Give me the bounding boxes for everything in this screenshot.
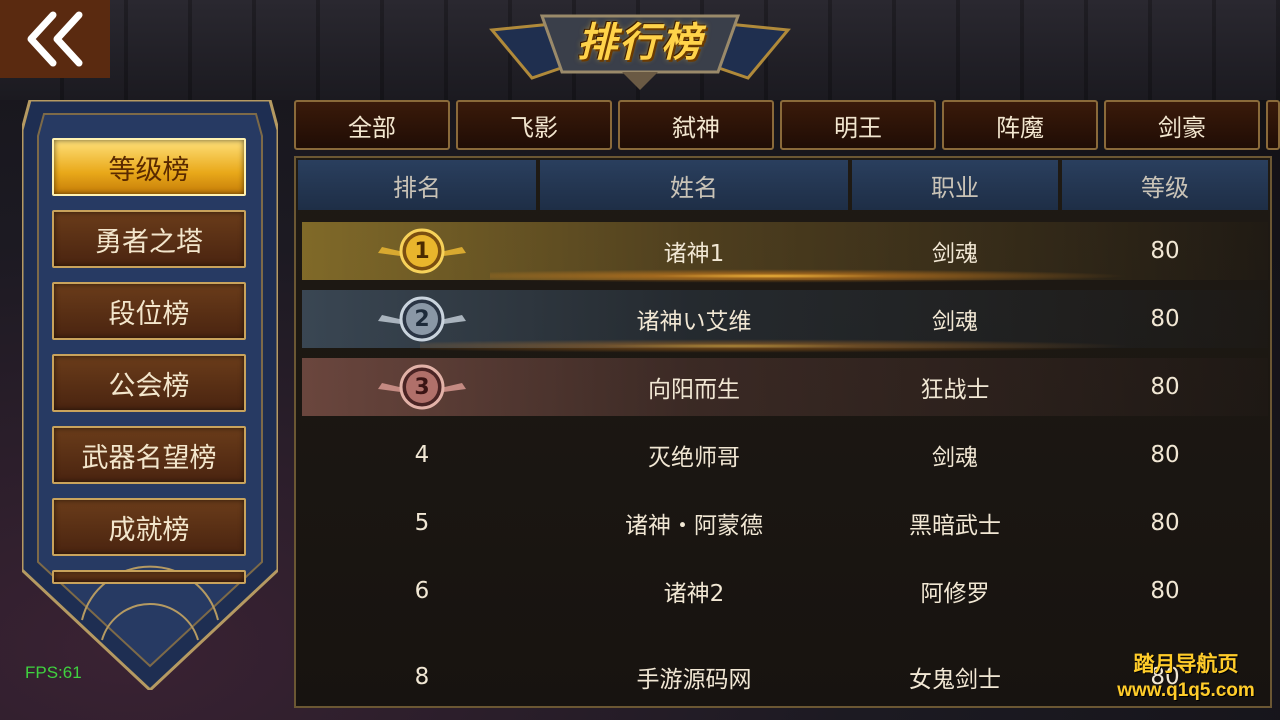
fps-counter: FPS:61 <box>25 663 82 682</box>
nav-item-level-ranking[interactable]: 等级榜 <box>52 138 246 196</box>
player-class: 黑暗武士 <box>909 513 1001 539</box>
player-class: 狂战士 <box>920 377 990 403</box>
ranking-table: 排名 姓名 职业 等级 1 诸神1 剑魂 80 2 诸神い艾维 剑魂 80 3 … <box>294 156 1272 708</box>
class-tabs: 全部 飞影 弑神 明王 阵魔 剑豪 <box>294 100 1280 150</box>
tab-all[interactable]: 全部 <box>294 100 450 150</box>
player-name: 向阳而生 <box>648 377 740 403</box>
rank-number: 6 <box>414 578 430 604</box>
page-title: 排行榜 <box>577 20 703 66</box>
watermark: 踏月导航页 www.q1q5.com <box>1096 648 1276 702</box>
player-name: 手游源码网 <box>636 667 752 693</box>
tab-feiying[interactable]: 飞影 <box>456 100 612 150</box>
rank-number: 5 <box>414 510 430 536</box>
header-rank: 排名 <box>298 160 536 210</box>
nav-list: 等级榜 勇者之塔 段位榜 公会榜 武器名望榜 成就榜 <box>52 138 248 584</box>
table-row[interactable]: 4 灭绝师哥 剑魂 80 <box>302 426 1268 484</box>
nav-item-hero-tower[interactable]: 勇者之塔 <box>52 210 246 268</box>
player-name: 灭绝师哥 <box>648 445 740 471</box>
header-class: 职业 <box>852 160 1058 210</box>
player-class: 剑魂 <box>932 241 978 267</box>
tab-zhenmo[interactable]: 阵魔 <box>942 100 1098 150</box>
player-name: 诸神・阿蒙德 <box>625 513 763 539</box>
player-class: 阿修罗 <box>920 581 990 607</box>
player-level: 80 <box>1150 578 1180 604</box>
back-button[interactable] <box>0 0 110 78</box>
nav-item-guild-ranking[interactable]: 公会榜 <box>52 354 246 412</box>
rank-number: 8 <box>414 664 430 690</box>
table-row[interactable]: 6 诸神2 阿修罗 80 <box>302 562 1268 620</box>
tab-more[interactable] <box>1266 100 1280 150</box>
player-level: 80 <box>1150 510 1180 536</box>
title-emblem: 排行榜 <box>472 6 808 90</box>
bronze-medal-icon: 3 <box>362 358 482 416</box>
watermark-url: www.q1q5.com <box>1117 680 1255 701</box>
rank-number: 4 <box>414 442 430 468</box>
silver-medal-icon: 2 <box>362 290 482 348</box>
player-level: 80 <box>1150 306 1180 332</box>
nav-item-weapon-fame-ranking[interactable]: 武器名望榜 <box>52 426 246 484</box>
player-class: 女鬼剑士 <box>909 667 1001 693</box>
tab-jianhao[interactable]: 剑豪 <box>1104 100 1260 150</box>
watermark-title: 踏月导航页 <box>1133 653 1239 676</box>
table-row[interactable]: 2 诸神い艾维 剑魂 80 <box>302 290 1268 348</box>
tab-mingwang[interactable]: 明王 <box>780 100 936 150</box>
table-row[interactable]: 3 向阳而生 狂战士 80 <box>302 358 1268 416</box>
table-header: 排名 姓名 职业 等级 <box>296 158 1270 212</box>
nav-item-more[interactable] <box>52 570 246 584</box>
nav-item-tier-ranking[interactable]: 段位榜 <box>52 282 246 340</box>
player-level: 80 <box>1150 238 1180 264</box>
player-name: 诸神1 <box>663 241 725 267</box>
player-name: 诸神い艾维 <box>636 309 752 335</box>
player-level: 80 <box>1150 374 1180 400</box>
rank-number: 1 <box>414 238 430 264</box>
table-row[interactable]: 5 诸神・阿蒙德 黑暗武士 80 <box>302 494 1268 552</box>
rank-number: 2 <box>414 306 430 332</box>
tab-shishen[interactable]: 弑神 <box>618 100 774 150</box>
gold-medal-icon: 1 <box>362 222 482 280</box>
table-row[interactable]: 1 诸神1 剑魂 80 <box>302 222 1268 280</box>
nav-item-achievement-ranking[interactable]: 成就榜 <box>52 498 246 556</box>
rank-number: 3 <box>414 374 430 400</box>
double-chevron-left-icon <box>27 11 83 67</box>
player-class: 剑魂 <box>932 445 978 471</box>
player-level: 80 <box>1150 442 1180 468</box>
player-name: 诸神2 <box>663 581 725 607</box>
header-name: 姓名 <box>540 160 848 210</box>
left-nav-panel: 等级榜 勇者之塔 段位榜 公会榜 武器名望榜 成就榜 <box>22 100 278 690</box>
header-level: 等级 <box>1062 160 1268 210</box>
player-class: 剑魂 <box>932 309 978 335</box>
